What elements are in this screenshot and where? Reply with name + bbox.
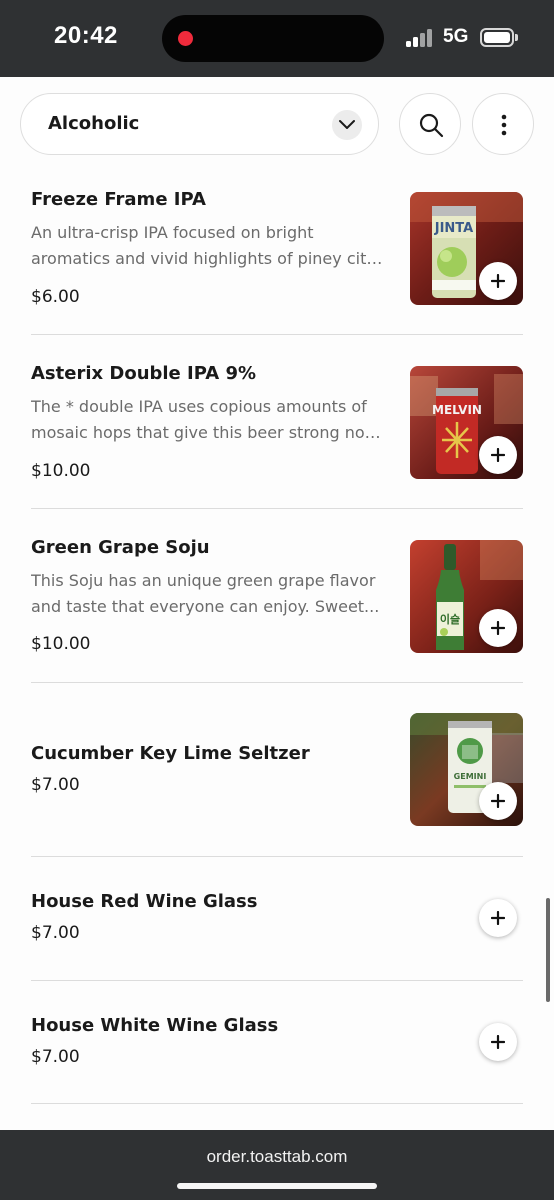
category-label: Alcoholic — [48, 113, 140, 134]
item-name: House White Wine Glass — [31, 1015, 279, 1036]
menu-item[interactable]: Cucumber Key Lime Seltzer $7.00 GEMINI — [0, 683, 554, 857]
cellular-signal-icon — [406, 29, 434, 47]
item-price: $10.00 — [31, 461, 91, 481]
divider — [31, 1103, 523, 1104]
more-options-button[interactable] — [472, 93, 534, 155]
chevron-down-icon[interactable] — [332, 110, 362, 140]
status-bar: 20:42 5G — [0, 0, 554, 77]
url-text[interactable]: order.toasttab.com — [0, 1147, 554, 1167]
plus-icon — [491, 274, 505, 288]
item-description: The * double IPA uses copious amounts of… — [31, 397, 383, 442]
add-item-button[interactable] — [479, 899, 517, 937]
item-price: $7.00 — [31, 775, 80, 795]
home-indicator[interactable] — [177, 1183, 377, 1189]
battery-icon — [480, 28, 518, 47]
scrollbar[interactable] — [546, 898, 550, 1002]
add-item-button[interactable] — [479, 609, 517, 647]
search-button[interactable] — [399, 93, 461, 155]
menu-item[interactable]: Asterix Double IPA 9% The * double IPA u… — [0, 335, 554, 509]
bottle-label: 이슬 — [440, 612, 460, 626]
item-price: $7.00 — [31, 923, 80, 943]
item-name: Asterix Double IPA 9% — [31, 363, 257, 384]
item-name: House Red Wine Glass — [31, 891, 258, 912]
menu-item[interactable]: House Red Wine Glass $7.00 — [0, 857, 554, 980]
item-price: $6.00 — [31, 287, 80, 307]
menu-item[interactable]: Green Grape Soju This Soju has an unique… — [0, 509, 554, 683]
more-vertical-icon — [501, 114, 507, 136]
add-item-button[interactable] — [479, 436, 517, 474]
menu-item[interactable]: House White Wine Glass $7.00 — [0, 981, 554, 1104]
item-name: Green Grape Soju — [31, 537, 210, 558]
search-icon — [419, 113, 444, 138]
dynamic-island — [162, 15, 384, 62]
add-item-button[interactable] — [479, 262, 517, 300]
item-description: This Soju has an unique green grape flav… — [31, 571, 380, 616]
category-dropdown[interactable]: Alcoholic — [20, 93, 379, 155]
network-type: 5G — [443, 26, 469, 47]
browser-address-bar[interactable]: order.toasttab.com — [0, 1130, 554, 1200]
menu-item[interactable]: Freeze Frame IPA An ultra-crisp IPA focu… — [0, 160, 554, 335]
can-label: GEMINI — [454, 772, 487, 781]
status-time: 20:42 — [54, 22, 118, 49]
can-label: MELVIN — [432, 403, 482, 417]
can-label: JINTA — [434, 221, 473, 236]
item-name: Freeze Frame IPA — [31, 189, 206, 210]
plus-icon — [491, 621, 505, 635]
item-name: Cucumber Key Lime Seltzer — [31, 743, 310, 764]
recording-indicator-icon — [178, 31, 193, 46]
plus-icon — [491, 911, 505, 925]
add-item-button[interactable] — [479, 1023, 517, 1061]
add-item-button[interactable] — [479, 782, 517, 820]
item-price: $10.00 — [31, 634, 91, 654]
item-price: $7.00 — [31, 1047, 80, 1067]
item-description: An ultra-crisp IPA focused on bright aro… — [31, 223, 383, 268]
plus-icon — [491, 1035, 505, 1049]
plus-icon — [491, 794, 505, 808]
plus-icon — [491, 448, 505, 462]
